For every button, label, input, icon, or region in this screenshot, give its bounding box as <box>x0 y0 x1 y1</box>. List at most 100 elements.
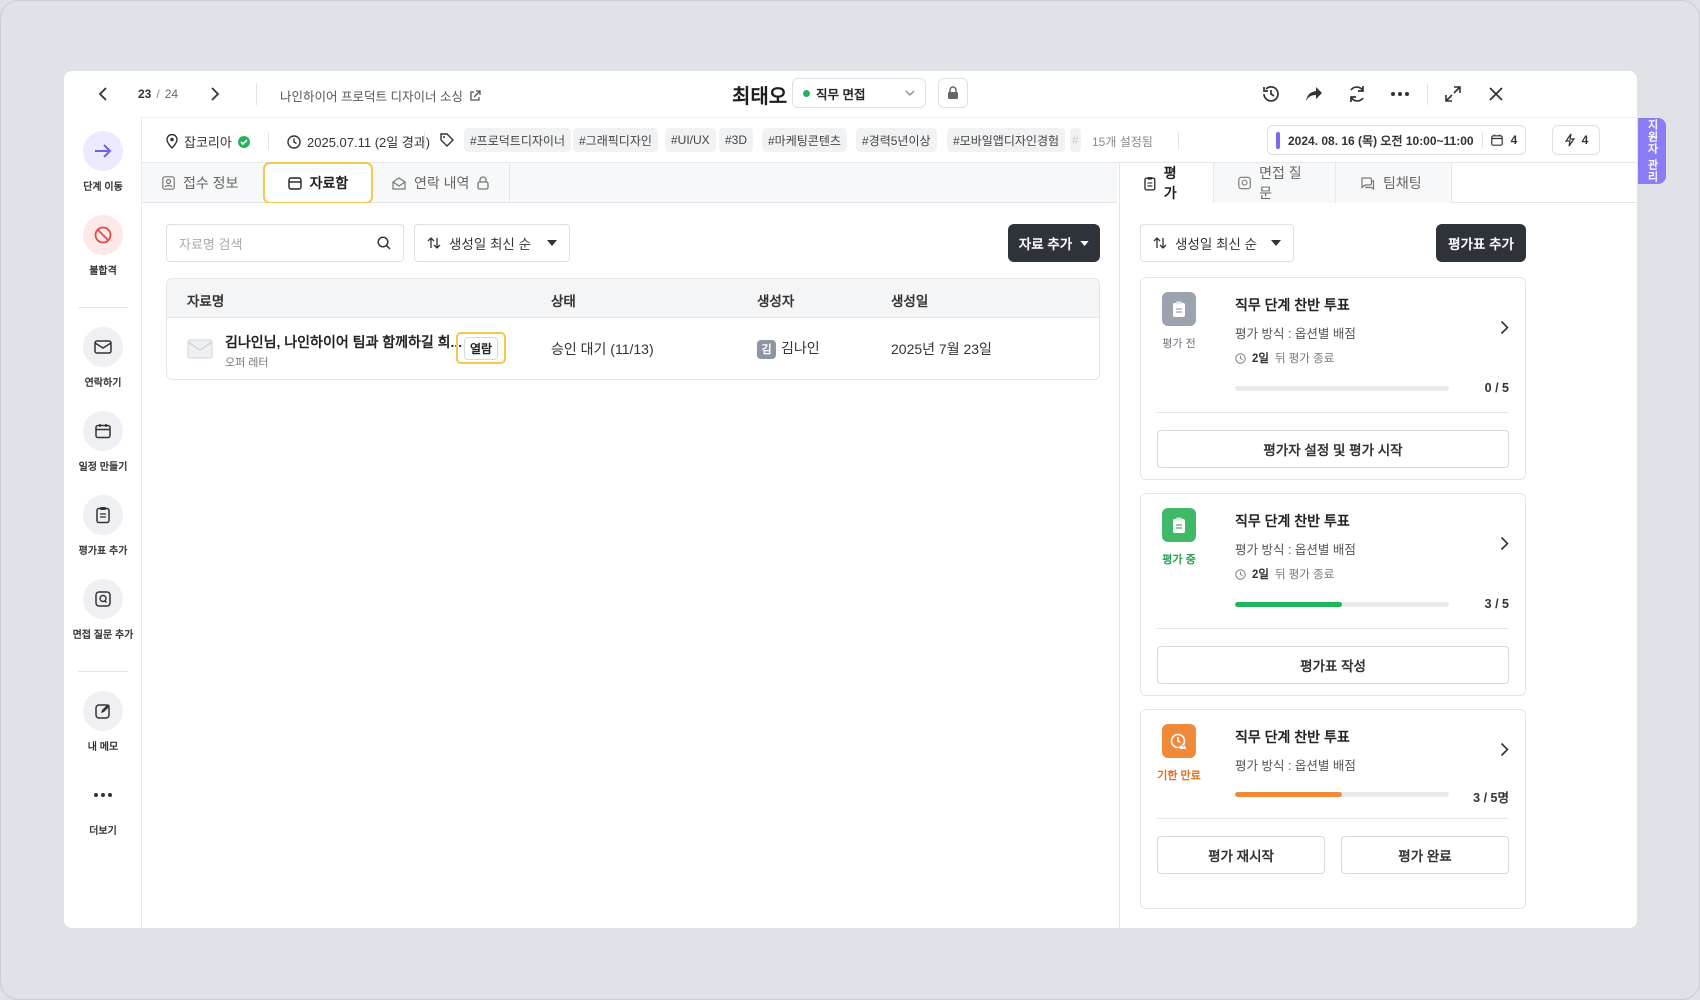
caret-down-icon <box>1271 240 1281 246</box>
material-created-date: 2025년 7월 23일 <box>891 341 992 357</box>
applied-date: 2025.07.11 (2일 경과) <box>287 132 430 151</box>
close-icon[interactable] <box>1485 83 1507 105</box>
sidebar-item-more[interactable]: 더보기 <box>64 775 142 837</box>
sidebar-item-stage-move[interactable]: 단계 이동 <box>64 131 142 193</box>
verified-check-icon <box>237 135 250 148</box>
job-posting-link[interactable]: 나인하이어 프로덕트 디자이너 소싱 <box>280 86 481 105</box>
sidebar-item-add-evaluation[interactable]: 평가표 추가 <box>64 495 142 557</box>
tab-label: 연락 내역 <box>414 175 470 191</box>
tag-chip[interactable]: #3D <box>719 128 754 152</box>
chevron-right-icon[interactable] <box>1500 742 1509 757</box>
external-link-icon <box>470 89 481 101</box>
evaluation-card: 평가 전 직무 단계 찬반 투표 평가 방식 : 옵션별 배점 2일 뒤 평가 종… <box>1140 277 1526 480</box>
stage-select[interactable]: 직무 면접 <box>792 78 926 108</box>
read-badge: 열람 <box>456 332 506 364</box>
expand-icon[interactable] <box>1442 83 1464 105</box>
candidate-management-tab[interactable]: 지원자 관리 <box>1638 118 1666 184</box>
history-icon[interactable] <box>1260 83 1282 105</box>
location-pin-icon <box>166 134 178 149</box>
more-options-icon[interactable] <box>1389 83 1411 105</box>
refresh-icon[interactable] <box>1346 83 1368 105</box>
chevron-down-icon <box>905 88 915 99</box>
set-evaluators-button[interactable]: 평가자 설정 및 평가 시작 <box>1157 430 1509 468</box>
sort-label: 생성일 최신 순 <box>449 237 532 252</box>
archive-icon <box>287 176 302 190</box>
clipboard-icon <box>83 495 123 535</box>
top-bar: 23/24 나인하이어 프로덕트 디자이너 소싱 최태오 직무 면접 <box>64 71 1637 117</box>
status-label: 평가 전 <box>1162 338 1196 350</box>
materials-search-input[interactable]: 자료명 검색 <box>166 224 404 262</box>
prev-candidate-icon[interactable] <box>94 85 112 103</box>
clock-icon <box>1235 568 1246 580</box>
tag-chip[interactable]: #마케팅콘텐츠 <box>762 128 847 152</box>
card-divider <box>1157 818 1509 819</box>
sidebar-item-contact[interactable]: 연락하기 <box>64 327 142 389</box>
tag-chip[interactable]: #그래픽디자인 <box>573 128 658 152</box>
clipboard-icon <box>1144 176 1156 191</box>
material-title[interactable]: 김나인님, 나인하이어 팀과 함께하길 희... <box>225 332 462 352</box>
question-icon <box>1238 176 1251 190</box>
avatar: 김 <box>757 339 776 359</box>
candidate-meta-bar: 잡코리아 2025.07.11 (2일 경과) #프로덕트디자이너 #그래픽디자… <box>142 117 1637 163</box>
chevron-right-icon[interactable] <box>1500 320 1509 335</box>
materials-sort-select[interactable]: 생성일 최신 순 <box>414 224 570 262</box>
tag-icon <box>440 133 454 147</box>
tab-evaluation[interactable]: 평가 <box>1120 163 1214 203</box>
chevron-right-icon[interactable] <box>1500 536 1509 551</box>
source-info: 잡코리아 <box>166 132 250 151</box>
lock-button[interactable] <box>938 78 968 108</box>
status-label: 평가 중 <box>1162 554 1196 566</box>
tag-chip[interactable]: #경력5년이상 <box>856 128 937 152</box>
add-material-button[interactable]: 자료 추가 <box>1008 224 1100 262</box>
sidebar-item-reject[interactable]: 불합격 <box>64 215 142 277</box>
profile-icon <box>162 176 175 190</box>
divider <box>1427 83 1428 105</box>
write-evaluation-button[interactable]: 평가표 작성 <box>1157 646 1509 684</box>
candidate-name: 최태오 <box>732 86 788 108</box>
tab-materials[interactable]: 자료함 <box>263 162 373 204</box>
sidebar-item-label: 면접 질문 추가 <box>72 630 134 641</box>
table-header: 자료명 상태 생성자 생성일 <box>167 279 1099 318</box>
divider <box>256 83 257 105</box>
evaluation-title: 직무 단계 찬반 투표 <box>1235 729 1350 745</box>
chat-icon <box>1361 177 1375 190</box>
clock-icon <box>287 134 301 149</box>
sidebar-item-memo[interactable]: 내 메모 <box>64 691 142 753</box>
caret-down-icon <box>547 240 557 246</box>
evaluation-progress <box>1235 386 1449 391</box>
mail-open-icon <box>392 176 406 190</box>
evaluation-card: 기한 만료 직무 단계 찬반 투표 평가 방식 : 옵션별 배점 3 / 5명 … <box>1140 709 1526 909</box>
share-icon[interactable] <box>1303 83 1325 105</box>
evaluation-title: 직무 단계 찬반 투표 <box>1235 297 1350 313</box>
table-row[interactable]: 김나인님, 나인하이어 팀과 함께하길 희... 오퍼 레터 열람 승인 대기 … <box>167 318 1099 379</box>
clock-icon <box>1235 352 1246 364</box>
tag-chip[interactable]: #모바일앱디자인경험 <box>947 128 1066 152</box>
stage-label: 직무 면접 <box>816 87 866 102</box>
evaluation-sort-select[interactable]: 생성일 최신 순 <box>1140 224 1294 262</box>
card-divider <box>1157 628 1509 629</box>
tag-chip[interactable]: #프로덕트디자이너 <box>464 128 571 152</box>
automation-box[interactable]: 4 <box>1552 125 1600 155</box>
evaluation-status: 평가 중 <box>1151 508 1207 567</box>
schedule-box[interactable]: 2024. 08. 16 (목) 오전 10:00~11:00 4 <box>1267 125 1527 155</box>
restart-evaluation-button[interactable]: 평가 재시작 <box>1157 836 1325 874</box>
tag-chip[interactable]: #UI/UX <box>665 128 716 152</box>
tab-contact-history[interactable]: 연락 내역 <box>372 163 511 203</box>
next-candidate-icon[interactable] <box>206 85 224 103</box>
tags-count[interactable]: 15개 설정됨 <box>1092 133 1153 150</box>
sidebar-item-add-question[interactable]: 면접 질문 추가 <box>64 579 142 641</box>
add-evaluation-button[interactable]: 평가표 추가 <box>1436 224 1526 262</box>
evaluation-method: 평가 방식 : 옵션별 배점 <box>1235 759 1356 773</box>
content-tabs: 접수 정보 자료함 연락 내역 <box>142 162 1117 204</box>
sidebar-item-schedule[interactable]: 일정 만들기 <box>64 411 142 473</box>
tab-application-info[interactable]: 접수 정보 <box>142 163 258 203</box>
evaluation-count: 3 / 5명 <box>1473 791 1509 805</box>
tag-chip-overflow: # <box>1070 128 1081 152</box>
calendar-count: 4 <box>1510 133 1518 147</box>
tab-team-chat[interactable]: 팀채팅 <box>1336 163 1452 203</box>
tab-label: 평가 <box>1163 165 1177 201</box>
complete-evaluation-button[interactable]: 평가 완료 <box>1341 836 1509 874</box>
right-tabs: 평가 면접 질문 팀채팅 <box>1120 163 1637 203</box>
tab-interview-questions[interactable]: 면접 질문 <box>1214 163 1336 203</box>
schedule-label: 2024. 08. 16 (목) 오전 10:00~11:00 <box>1288 133 1474 148</box>
